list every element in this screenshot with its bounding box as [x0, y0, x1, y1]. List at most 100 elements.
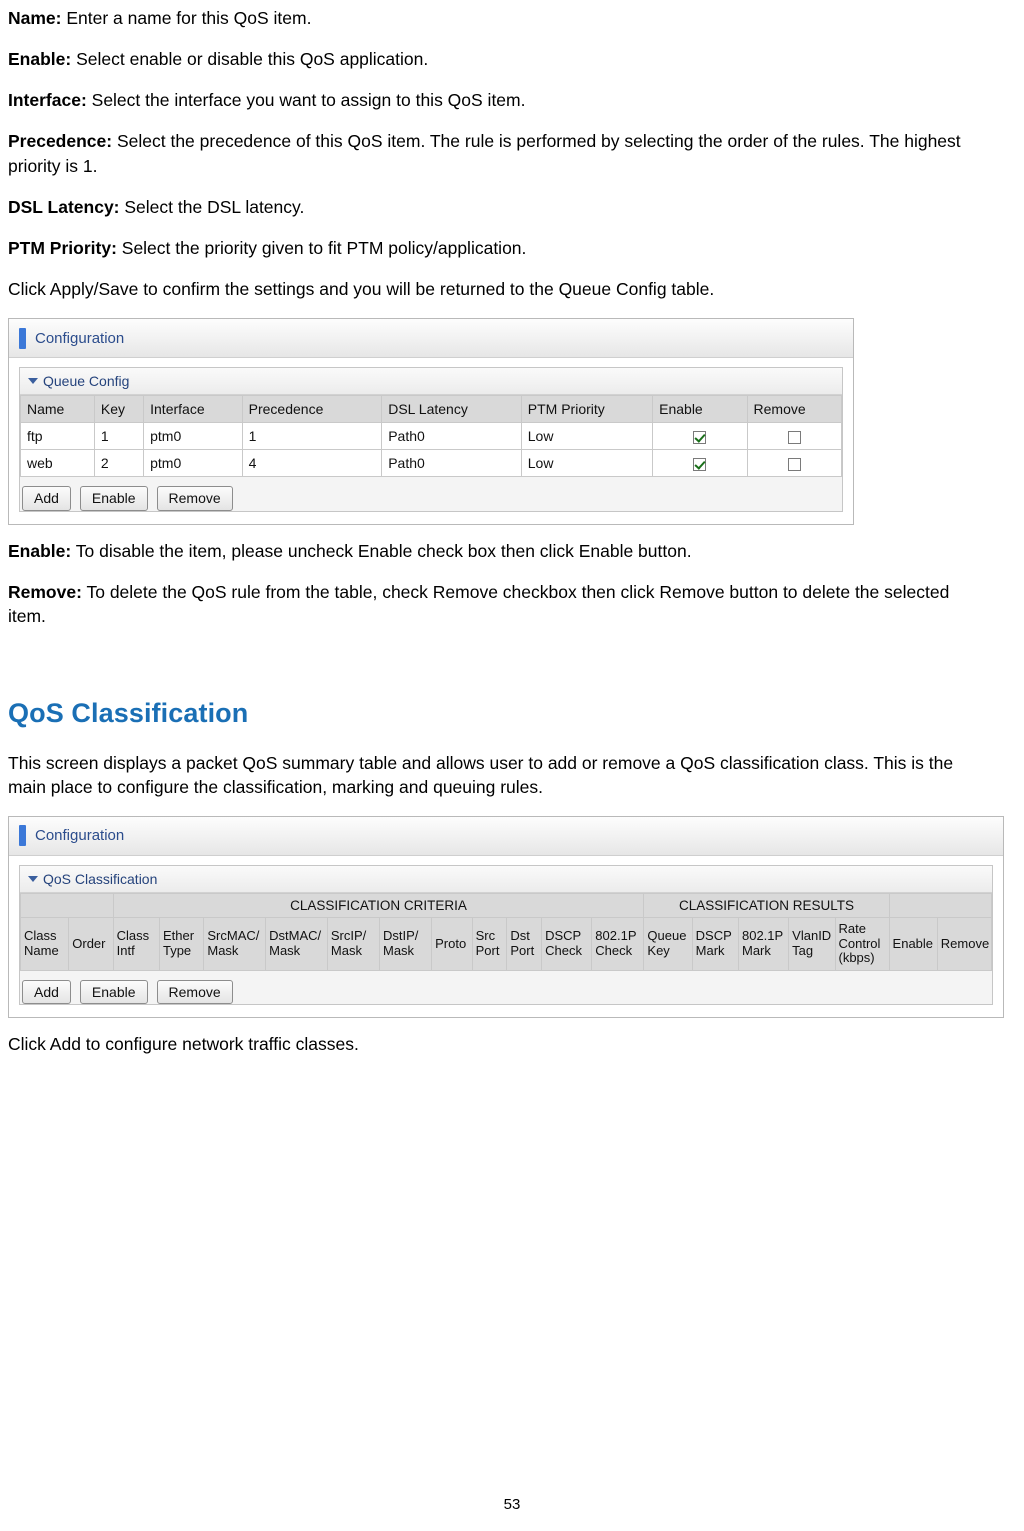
column-header-precedence: Precedence	[241, 395, 383, 424]
column-header-enable: Enable	[888, 917, 938, 971]
cell-remove	[746, 449, 843, 478]
cell-precedence: 4	[241, 449, 383, 478]
cell-ptm-priority: Low	[520, 422, 654, 451]
paragraph-text: Select the priority given to fit PTM pol…	[116, 237, 527, 258]
paragraph-label: DSL Latency:	[8, 196, 120, 217]
column-header-vlanid-tag: VlanID Tag	[788, 917, 836, 971]
add-button[interactable]: Add	[22, 979, 71, 1005]
group-header-blank-right	[888, 892, 993, 919]
queue-config-panel: Queue Config Name Key Interface Preceden…	[19, 367, 843, 513]
add-button[interactable]: Add	[22, 486, 71, 512]
column-header-class-intf: Class Intf	[112, 917, 160, 971]
paragraph-text: Select the interface you want to assign …	[86, 90, 526, 111]
page-number: 53	[503, 1496, 521, 1513]
column-header-rate-control: Rate Control (kbps)	[834, 917, 890, 971]
paragraph-precedence: Precedence: Select the precedence of thi…	[8, 129, 988, 177]
column-header-enable: Enable	[652, 395, 748, 424]
table-header-row: Class Name Order Class Intf Ether Type S…	[19, 917, 993, 971]
paragraph-text: This screen displays a packet QoS summar…	[8, 752, 954, 797]
column-header-name: Name	[20, 395, 95, 424]
vertical-spacer	[8, 646, 988, 698]
column-header-interface: Interface	[143, 395, 243, 424]
remove-checkbox[interactable]	[787, 431, 801, 445]
column-header-srcip-mask: SrcIP/ Mask	[326, 917, 381, 971]
paragraph-text: To disable the item, please uncheck Enab…	[71, 541, 692, 562]
paragraph-label: Enable:	[8, 541, 72, 562]
table-row: ftp 1 ptm0 1 Path0 Low	[20, 422, 843, 451]
qos-classification-table: CLASSIFICATION CRITERIA CLASSIFICATION R…	[19, 892, 993, 971]
screenshot-header-title: Configuration	[35, 827, 125, 845]
paragraph-interface: Interface: Select the interface you want…	[8, 88, 988, 112]
enable-checkbox[interactable]	[693, 431, 707, 445]
screenshot-header: Configuration	[9, 816, 1003, 856]
paragraph-text: Enter a name for this QoS item.	[61, 8, 312, 28]
paragraph-closing: Click Add to configure network traffic c…	[8, 1032, 988, 1056]
paragraph-label: Interface:	[8, 90, 87, 111]
enable-button[interactable]: Enable	[79, 979, 148, 1005]
paragraph-section-intro: This screen displays a packet QoS summar…	[8, 751, 988, 799]
accent-bar-icon	[19, 327, 26, 349]
paragraph-remove-note: Remove: To delete the QoS rule from the …	[8, 580, 988, 628]
qos-classification-panel: QoS Classification CLASSIFICATION CRITER…	[19, 864, 993, 1006]
table-header-row: Name Key Interface Precedence DSL Latenc…	[20, 395, 843, 424]
screenshot-header: Configuration	[9, 319, 853, 359]
column-header-queue-key: Queue Key	[643, 917, 693, 971]
paragraph-label: Name:	[8, 8, 62, 28]
cell-key: 1	[93, 422, 145, 451]
cell-name: web	[20, 449, 95, 478]
paragraph-text: Select the precedence of this QoS item. …	[8, 131, 961, 176]
cell-name: ftp	[20, 422, 95, 451]
column-header-dscp-check: DSCP Check	[541, 917, 593, 971]
column-header-8021p-check: 802.1P Check	[591, 917, 645, 971]
cell-dsl-latency: Path0	[381, 449, 522, 478]
remove-checkbox[interactable]	[787, 458, 801, 472]
queue-config-screenshot: Configuration Queue Config Name Key Inte…	[8, 318, 854, 526]
panel-title-bar[interactable]: Queue Config	[20, 368, 842, 396]
accent-bar-icon	[19, 825, 26, 847]
cell-dsl-latency: Path0	[381, 422, 522, 451]
qos-classification-button-row: Add Enable Remove	[20, 979, 992, 1005]
chevron-down-icon[interactable]	[28, 875, 38, 882]
screenshot-body: QoS Classification CLASSIFICATION CRITER…	[9, 855, 1003, 1018]
cell-enable	[652, 449, 748, 478]
paragraph-enable: Enable: Select enable or disable this Qo…	[8, 47, 988, 71]
qos-classification-screenshot: Configuration QoS Classification CLASSIF…	[8, 815, 1004, 1019]
group-header-blank-left	[20, 892, 114, 919]
queue-config-table: Name Key Interface Precedence DSL Latenc…	[20, 395, 843, 478]
cell-interface: ptm0	[143, 422, 243, 451]
column-header-src-port: Src Port	[471, 917, 508, 971]
column-header-order: Order	[68, 917, 114, 971]
column-header-srcmac-mask: SrcMAC/ Mask	[203, 917, 267, 971]
enable-button[interactable]: Enable	[79, 486, 148, 512]
panel-title-bar[interactable]: QoS Classification	[20, 865, 992, 893]
column-header-key: Key	[93, 395, 145, 424]
cell-interface: ptm0	[143, 449, 243, 478]
chevron-down-icon[interactable]	[28, 378, 38, 385]
group-header-criteria: CLASSIFICATION CRITERIA	[112, 892, 645, 919]
enable-checkbox[interactable]	[693, 458, 707, 472]
table-row: web 2 ptm0 4 Path0 Low	[20, 449, 843, 478]
cell-key: 2	[93, 449, 145, 478]
paragraph-dsl-latency: DSL Latency: Select the DSL latency.	[8, 195, 988, 219]
paragraph-text: Select the DSL latency.	[119, 196, 305, 217]
paragraph-ptm-priority: PTM Priority: Select the priority given …	[8, 236, 988, 260]
paragraph-label: Enable:	[8, 49, 72, 70]
paragraph-enable-note: Enable: To disable the item, please unch…	[8, 539, 988, 563]
cell-enable	[652, 422, 748, 451]
column-header-remove: Remove	[936, 917, 993, 971]
column-header-ptm-priority: PTM Priority	[520, 395, 654, 424]
panel-title-label: QoS Classification	[43, 870, 158, 887]
remove-button[interactable]: Remove	[156, 979, 233, 1005]
screenshot-body: Queue Config Name Key Interface Preceden…	[9, 358, 853, 525]
cell-ptm-priority: Low	[520, 449, 654, 478]
column-header-ether-type: Ether Type	[158, 917, 205, 971]
column-header-dst-port: Dst Port	[506, 917, 543, 971]
document-page: Name: Enter a name for this QoS item. En…	[0, 0, 1024, 1531]
cell-precedence: 1	[241, 422, 383, 451]
column-header-8021p-mark: 802.1P Mark	[737, 917, 790, 971]
remove-button[interactable]: Remove	[156, 486, 233, 512]
column-header-dscp-mark: DSCP Mark	[691, 917, 739, 971]
panel-title-label: Queue Config	[43, 373, 130, 390]
column-header-class-name: Class Name	[19, 917, 70, 971]
column-header-dsl-latency: DSL Latency	[381, 395, 522, 424]
